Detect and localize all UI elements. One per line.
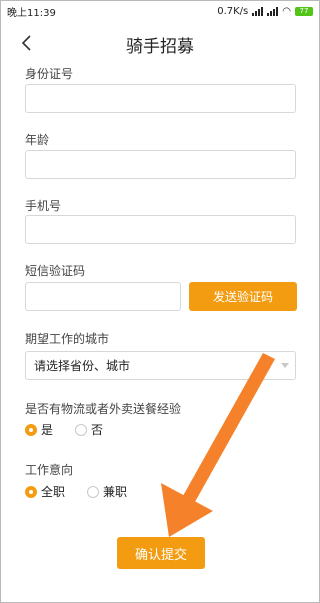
network-speed: 0.7K/s — [217, 5, 249, 17]
signal-icon — [252, 6, 264, 16]
submit-button[interactable]: 确认提交 — [117, 537, 205, 569]
city-select-placeholder: 请选择省份、城市 — [34, 359, 131, 373]
experience-label: 是否有物流或者外卖送餐经验 — [25, 402, 182, 416]
city-label: 期望工作的城市 — [25, 332, 110, 346]
status-time: 晚上11:39 — [7, 7, 56, 19]
id-number-input[interactable] — [25, 84, 296, 113]
experience-yes-label: 是 — [41, 423, 54, 437]
age-label: 年龄 — [25, 133, 50, 147]
status-indicators: 0.7K/s ◠ 77 — [217, 6, 313, 17]
radio-checked-icon — [25, 485, 37, 498]
back-button[interactable] — [17, 33, 37, 53]
sms-code-label: 短信验证码 — [25, 264, 86, 278]
intent-parttime-radio[interactable]: 兼职 — [87, 483, 127, 500]
radio-unchecked-icon — [87, 485, 100, 498]
sms-code-input[interactable] — [25, 282, 181, 311]
nav-bar: 骑手招募 — [1, 21, 319, 67]
intent-parttime-label: 兼职 — [103, 485, 128, 499]
intent-fulltime-label: 全职 — [41, 485, 66, 499]
phone-screen: 晚上11:39 0.7K/s ◠ 77 骑手招募 身份证号 年龄 手机号 短信验… — [0, 0, 320, 603]
chevron-left-icon — [21, 35, 31, 51]
intent-label: 工作意向 — [25, 463, 74, 477]
status-bar: 晚上11:39 0.7K/s ◠ 77 — [1, 1, 319, 21]
intent-fulltime-radio[interactable]: 全职 — [25, 483, 65, 500]
signal-icon-2 — [267, 6, 279, 16]
experience-yes-radio[interactable]: 是 — [25, 421, 53, 438]
wifi-icon: ◠ — [282, 5, 291, 17]
experience-radio-group: 是 否 — [25, 421, 125, 438]
id-number-label: 身份证号 — [25, 67, 74, 81]
radio-checked-icon — [25, 423, 37, 436]
city-select[interactable]: 请选择省份、城市 — [25, 351, 296, 380]
experience-no-radio[interactable]: 否 — [75, 421, 103, 438]
phone-label: 手机号 — [25, 199, 62, 213]
chevron-down-icon — [281, 363, 289, 368]
annotation-arrow-head — [161, 483, 213, 537]
battery-icon: 77 — [295, 6, 313, 16]
send-code-button[interactable]: 发送验证码 — [189, 282, 297, 311]
radio-unchecked-icon — [75, 423, 88, 436]
intent-radio-group: 全职 兼职 — [25, 483, 149, 500]
phone-input[interactable] — [25, 215, 296, 244]
experience-no-label: 否 — [91, 423, 104, 437]
age-input[interactable] — [25, 150, 296, 179]
page-title: 骑手招募 — [126, 36, 194, 57]
